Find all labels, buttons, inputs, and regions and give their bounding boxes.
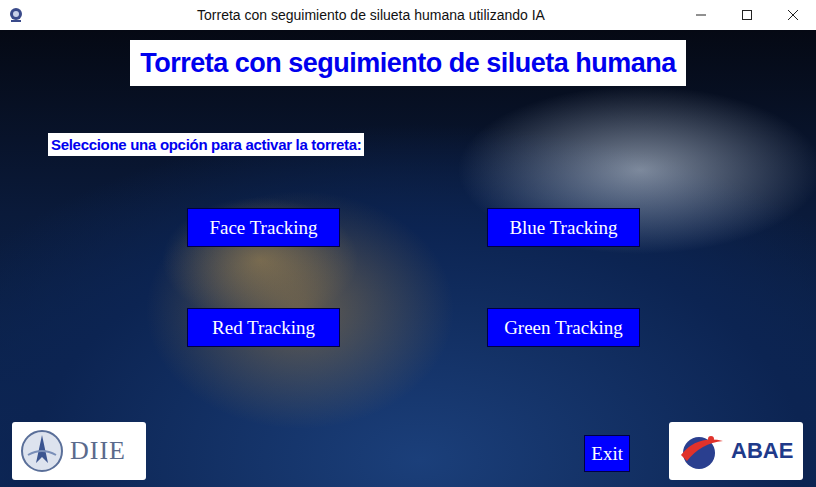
exit-button[interactable]: Exit [584,435,630,472]
maximize-icon [742,10,752,20]
tracking-button[interactable]: Face Tracking [187,208,340,247]
app-window: Torreta con seguimiento de silueta human… [0,0,816,487]
diie-logo: DIIE [12,422,146,480]
tracking-button[interactable]: Blue Tracking [487,208,640,247]
minimize-icon [696,10,706,20]
background-photo: Torreta con seguimiento de silueta human… [0,30,816,487]
app-icon [8,7,24,23]
abae-logo: ABAE [669,422,803,480]
tracking-button[interactable]: Green Tracking [487,308,640,347]
prompt-label: Seleccione una opción para activar la to… [48,133,364,156]
close-icon [788,10,798,20]
maximize-button[interactable] [724,0,770,30]
title-bar: Torreta con seguimiento de silueta human… [0,0,816,30]
tracking-button[interactable]: Red Tracking [187,308,340,347]
minimize-button[interactable] [678,0,724,30]
agency-emblem-icon [677,429,725,473]
header-title: Torreta con seguimiento de silueta human… [130,40,686,86]
emblem-icon [20,429,64,473]
close-button[interactable] [770,0,816,30]
window-title: Torreta con seguimiento de silueta human… [24,7,678,23]
